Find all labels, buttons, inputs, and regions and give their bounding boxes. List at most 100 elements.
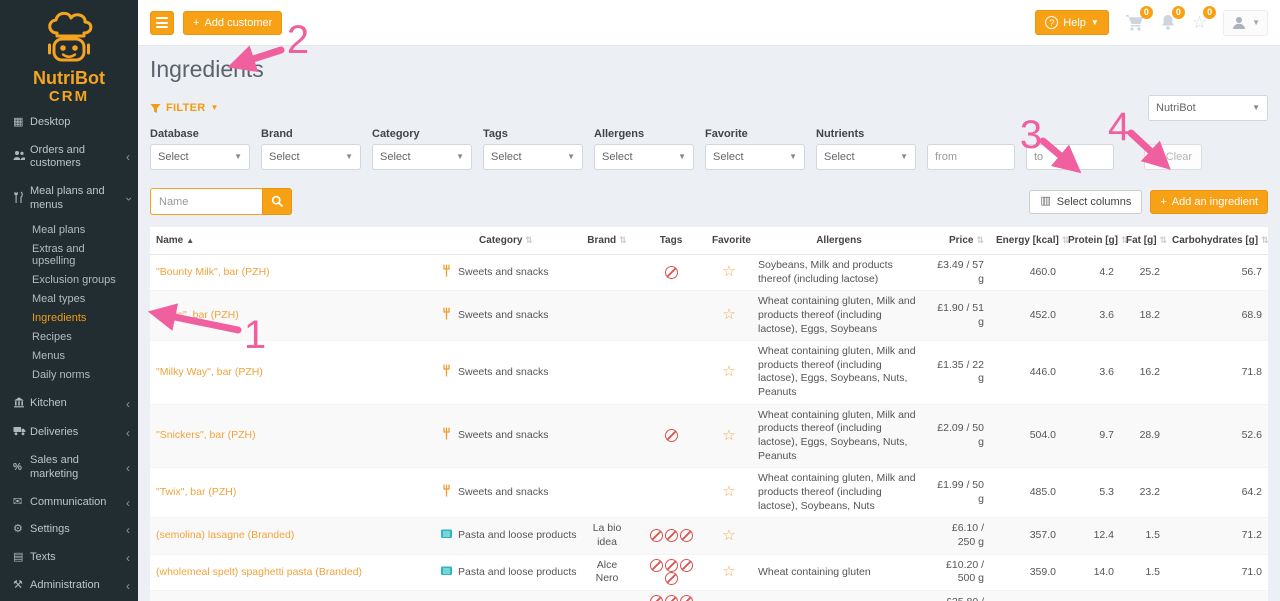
sidebar-toggle-button[interactable] [150,11,174,35]
filter-select-allergens[interactable]: Select▼ [594,144,694,170]
chevron-left-icon: ‹ [126,462,130,474]
column-header-carbohydrates-g[interactable]: Carbohydrates [g]⇅ [1166,227,1268,255]
protein-cell: 12.4 [1094,529,1114,541]
price-cell: £1.99 / 50 g [937,479,984,505]
filter-field-brand: BrandSelect▼ [261,128,361,170]
ingredient-name-link[interactable]: "Bounty Milk", bar (PZH) [156,266,270,278]
sidebar-item-meal-plans[interactable]: Meal plans [0,221,138,240]
pasta-icon [440,564,453,582]
diet-restriction-icon [650,529,663,542]
column-header-price[interactable]: Price⇅ [926,227,990,255]
ingredients-table: Name▲Category⇅Brand⇅TagsFavoriteAllergen… [150,227,1268,601]
workspace-select[interactable]: NutriBot ▼ [1148,95,1268,121]
filter-head: FILTER ▼ NutriBot ▼ [150,95,1268,121]
column-header-name[interactable]: Name▲ [150,227,434,255]
filter-field-category: Category Select▼ [372,128,472,170]
filter-select-database[interactable]: Select▼ [150,144,250,170]
sidebar-item-texts[interactable]: ▤Texts‹ [0,544,138,572]
filter-select-nutrients[interactable]: Select▼ [816,144,916,170]
filter-label: Category [372,128,472,140]
protein-cell: 3.6 [1099,309,1114,321]
nutribot-logo-icon [31,8,107,66]
add-ingredient-button[interactable]: + Add an ingredient [1150,190,1268,214]
ingredient-row: "Twix", bar (PZH)Sweets and snacks☆Wheat… [150,468,1268,518]
chevron-down-icon: ▼ [1091,19,1099,27]
ingredient-name-link[interactable]: "Mars", bar (PZH) [156,309,239,321]
diet-restriction-icon [680,529,693,542]
clear-filters-button[interactable]: ×Clear [1144,144,1202,170]
table-actions: ▥ Select columns + Add an ingredient [1029,190,1268,214]
filter-select-brand[interactable]: Select▼ [261,144,361,170]
sidebar-item-extras-and-upselling[interactable]: Extras and upselling [0,240,138,271]
user-menu-button[interactable]: ▼ [1223,10,1268,36]
chevron-down-icon: ▼ [678,153,686,161]
column-header-fat-g[interactable]: Fat [g]⇅ [1120,227,1166,255]
chevron-left-icon: ‹ [126,552,130,564]
app-root: NutriBot CRM ▦DesktopOrders and customer… [0,0,1280,601]
favorite-star-icon[interactable]: ☆ [722,427,735,444]
favorites-button[interactable]: ☆ 0 [1192,14,1207,31]
sidebar-item-settings[interactable]: ⚙Settings‹ [0,516,138,544]
notifications-button[interactable]: 0 [1160,14,1176,31]
column-header-energy-kcal[interactable]: Energy [kcal]⇅ [990,227,1062,255]
logo: NutriBot CRM [0,0,138,109]
filter-select-favorite[interactable]: Select▼ [705,144,805,170]
allergens-cell: Wheat containing gluten [758,566,871,578]
energy-cell: 357.0 [1030,529,1056,541]
column-header-protein-g[interactable]: Protein [g]⇅ [1062,227,1120,255]
fat-cell: 25.2 [1140,266,1160,278]
desktop-icon: ▦ [13,116,30,130]
favorite-star-icon[interactable]: ☆ [722,363,735,380]
page-title: Ingredients [150,56,1268,83]
filter-select-tags[interactable]: Select▼ [483,144,583,170]
ingredient-row: "Bounty Milk", bar (PZH)Sweets and snack… [150,255,1268,291]
sidebar-item-recipes[interactable]: Recipes [0,328,138,347]
sidebar-item-sales-and-marketing[interactable]: %Sales and marketing‹ [0,447,138,489]
pasta-icon [440,527,453,545]
sidebar-item-meal-types[interactable]: Meal types [0,290,138,309]
sidebar-item-kitchen[interactable]: Kitchen‹ [0,389,138,419]
filter-select-category[interactable]: Select▼ [372,144,472,170]
diet-restriction-icon [665,529,678,542]
sidebar-item-meal-plans-and-menus[interactable]: Meal plans and menus‹ [0,178,138,220]
columns-icon: ▥ [1040,196,1050,207]
content: Ingredients FILTER ▼ NutriBot ▼ Database… [138,46,1280,601]
sidebar-item-desktop[interactable]: ▦Desktop [0,109,138,137]
column-header-brand[interactable]: Brand⇅ [578,227,636,255]
add-customer-button[interactable]: + Add customer [183,11,282,35]
help-button[interactable]: ? Help ▼ [1035,10,1109,35]
sidebar-item-administration[interactable]: ⚒Administration‹ [0,572,138,600]
nutrient-to-input[interactable] [1026,144,1114,170]
favorites-badge: 0 [1203,6,1216,19]
ingredient-name-link[interactable]: (wholemeal spelt) spaghetti pasta (Brand… [156,566,362,578]
chevron-down-icon: ▼ [210,104,218,112]
filter-toggle[interactable]: FILTER ▼ [150,102,219,114]
ingredient-name-link[interactable]: "Milky Way", bar (PZH) [156,366,263,378]
favorite-star-icon[interactable]: ☆ [722,527,735,544]
favorite-star-icon[interactable]: ☆ [722,306,735,323]
sort-icon: ⇅ [1160,235,1168,245]
column-header-category[interactable]: Category⇅ [434,227,578,255]
ingredient-name-link[interactable]: (semolina) lasagne (Branded) [156,529,294,541]
sidebar-item-orders-and-customers[interactable]: Orders and customers‹ [0,137,138,179]
cart-button[interactable]: 0 [1125,14,1144,31]
sidebar-item-deliveries[interactable]: Deliveries‹ [0,418,138,447]
favorite-star-icon[interactable]: ☆ [722,483,735,500]
nutrient-from-input[interactable] [927,144,1015,170]
carbohydrates-cell: 68.9 [1242,309,1262,321]
diet-restriction-icon [680,559,693,572]
sidebar-item-ingredients[interactable]: Ingredients [0,309,138,328]
search-button[interactable] [262,188,292,215]
sidebar-item-exclusion-groups[interactable]: Exclusion groups [0,271,138,290]
sidebar-item-communication[interactable]: ✉Communication‹ [0,489,138,517]
ingredient-name-link[interactable]: "Twix", bar (PZH) [156,486,236,498]
name-search-input[interactable] [150,188,262,215]
sidebar-item-menus[interactable]: Menus [0,347,138,366]
chevron-down-icon: ▼ [567,153,575,161]
favorite-star-icon[interactable]: ☆ [722,563,735,580]
sidebar-item-daily-norms[interactable]: Daily norms [0,366,138,385]
favorite-star-icon[interactable]: ☆ [722,263,735,280]
brand-suffix: CRM [0,88,138,105]
ingredient-name-link[interactable]: "Snickers", bar (PZH) [156,429,256,441]
select-columns-button[interactable]: ▥ Select columns [1029,190,1142,214]
